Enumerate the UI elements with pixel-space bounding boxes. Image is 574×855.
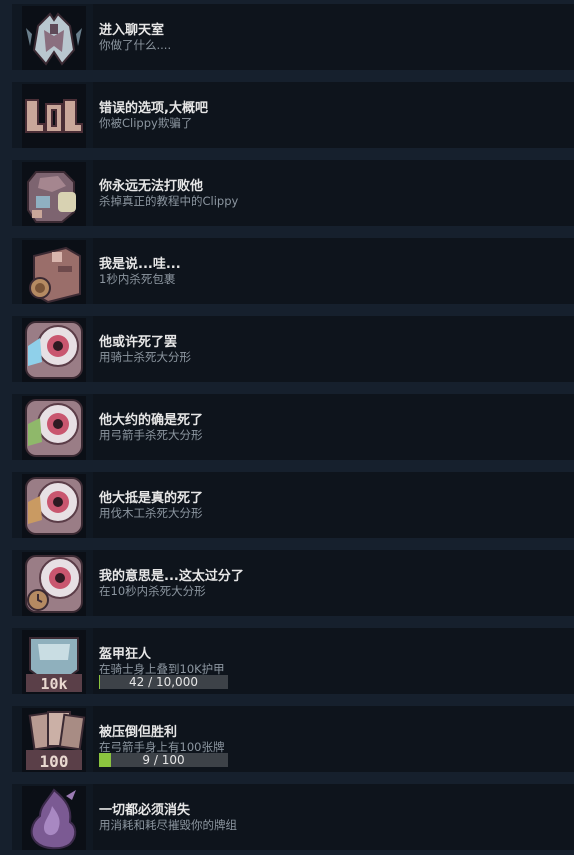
svg-text:10k: 10k [40,675,67,693]
achievement-info: 盔甲狂人 在骑士身上叠到10K护甲 42 / 10,000 [93,628,574,694]
progress-bar: 9 / 100 [99,753,228,767]
achievement-row[interactable]: 错误的选项,大概吧 你被Clippy欺骗了 [12,82,574,148]
achievement-row[interactable]: 我是说...哇... 1秒内杀死包裹 [12,238,574,304]
achievement-row[interactable]: 100 被压倒但胜利 在弓箭手身上有100张牌 9 / 100 [12,706,574,772]
purple-flame-icon [22,786,86,850]
achievement-info: 他或许死了罢 用骑士杀死大分形 [93,316,574,382]
achievement-description: 用骑士杀死大分形 [99,350,191,364]
armor-10k-icon: 10k [22,630,86,694]
eye-boss-lumberjack-icon [22,474,86,538]
achievement-title: 我是说...哇... [99,257,181,272]
progress-bar: 42 / 10,000 [99,675,228,689]
achievement-title: 被压倒但胜利 [99,725,178,740]
achievement-row[interactable]: 我的意思是...这太过分了 在10秒内杀死大分形 [12,550,574,616]
lol-text-icon [22,84,86,148]
clippy-icon [22,162,86,226]
achievement-info: 一切都必须消失 用消耗和耗尽摧毁你的牌组 [93,784,574,850]
achievement-info: 你永远无法打败他 杀掉真正的教程中的Clippy [93,160,574,226]
eye-boss-archer-icon [22,396,86,460]
achievement-description: 用弓箭手杀死大分形 [99,428,203,442]
achievement-row[interactable]: 进入聊天室 你做了什么.... [12,4,574,70]
achievement-info: 他大抵是真的死了 用伐木工杀死大分形 [93,472,574,538]
achievement-description: 你被Clippy欺骗了 [99,116,193,130]
achievement-description: 用消耗和耗尽摧毁你的牌组 [99,818,237,832]
achievement-info: 我的意思是...这太过分了 在10秒内杀死大分形 [93,550,574,616]
achievement-title: 他或许死了罢 [99,335,178,350]
achievement-description: 你做了什么.... [99,38,172,52]
achievement-title: 我的意思是...这太过分了 [99,569,244,584]
achievement-title: 一切都必须消失 [99,803,191,818]
achievement-info: 进入聊天室 你做了什么.... [93,4,574,70]
achievement-info: 被压倒但胜利 在弓箭手身上有100张牌 9 / 100 [93,706,574,772]
achievement-description: 用伐木工杀死大分形 [99,506,203,520]
achievement-title: 进入聊天室 [99,23,165,38]
cards-100-icon: 100 [22,708,86,772]
achievement-list: 进入聊天室 你做了什么.... 错误的选项,大概吧 你被Clippy欺骗了 你永… [0,0,574,855]
package-icon [22,240,86,304]
achievement-description: 杀掉真正的教程中的Clippy [99,194,239,208]
achievement-row[interactable]: 他大抵是真的死了 用伐木工杀死大分形 [12,472,574,538]
achievement-row[interactable]: 一切都必须消失 用消耗和耗尽摧毁你的牌组 [12,784,574,850]
eye-boss-knight-icon [22,318,86,382]
achievement-info: 他大约的确是死了 用弓箭手杀死大分形 [93,394,574,460]
achievement-title: 他大抵是真的死了 [99,491,204,506]
achievement-row[interactable]: 你永远无法打败他 杀掉真正的教程中的Clippy [12,160,574,226]
progress-text: 42 / 10,000 [129,675,198,689]
achievement-description: 1秒内杀死包裹 [99,272,176,286]
achievement-info: 错误的选项,大概吧 你被Clippy欺骗了 [93,82,574,148]
achievement-title: 你永远无法打败他 [99,179,204,194]
achievement-title: 盔甲狂人 [99,647,152,662]
heart-wings-icon [22,6,86,70]
eye-boss-timer-icon [22,552,86,616]
achievement-description: 在10秒内杀死大分形 [99,584,206,598]
achievement-row[interactable]: 他大约的确是死了 用弓箭手杀死大分形 [12,394,574,460]
achievement-row[interactable]: 他或许死了罢 用骑士杀死大分形 [12,316,574,382]
achievement-info: 我是说...哇... 1秒内杀死包裹 [93,238,574,304]
achievement-row[interactable]: 10k 盔甲狂人 在骑士身上叠到10K护甲 42 / 10,000 [12,628,574,694]
svg-text:100: 100 [40,752,69,771]
achievement-title: 错误的选项,大概吧 [99,101,208,116]
progress-text: 9 / 100 [142,753,185,767]
achievement-title: 他大约的确是死了 [99,413,204,428]
